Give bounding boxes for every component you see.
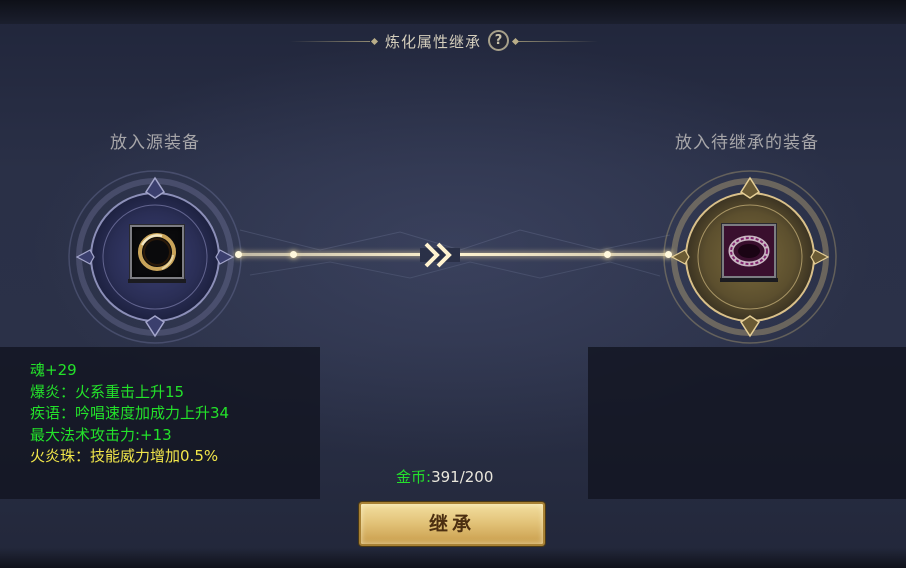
attribute-line: 魂+29 xyxy=(30,361,77,379)
attribute-list: 魂+29 爆炎：火系重击上升15 疾语：吟唱速度加成力上升34 最大法术攻击力:… xyxy=(30,360,229,468)
attribute-line: 疾语：吟唱速度加成力上升34 xyxy=(30,404,230,422)
target-item-slot[interactable] xyxy=(720,224,778,282)
attribute-line: 火炎珠：技能威力增加0.5% xyxy=(30,447,219,465)
inherit-panel: 炼化属性继承 ? 放入源装备 放入待继承的装备 魂+29 爆炎：火系重击上升15… xyxy=(0,0,906,568)
gold-ring-icon xyxy=(138,233,176,271)
inherit-button-label: 继承 xyxy=(428,513,475,535)
attribute-line: 爆炎：火系重击上升15 xyxy=(30,382,185,401)
title-divider-left xyxy=(290,41,370,42)
connector-node xyxy=(665,251,672,258)
gold-cost: 金币:391/200 xyxy=(396,466,493,487)
connector-node xyxy=(235,251,242,258)
source-slot-label: 放入源装备 xyxy=(110,133,200,153)
gold-cost-value: 391/200 xyxy=(431,468,494,486)
target-slot-label: 放入待继承的装备 xyxy=(675,133,819,153)
bottom-bar xyxy=(0,548,906,568)
slot-shadow xyxy=(128,279,186,283)
gold-cost-label: 金币: xyxy=(396,468,432,486)
purple-bracelet-icon xyxy=(724,226,774,276)
connector-node xyxy=(290,251,297,258)
double-chevron-right-icon xyxy=(420,242,460,268)
slot-shadow xyxy=(720,278,778,282)
attribute-line: 最大法术攻击力:+13 xyxy=(30,425,172,444)
page-title: 炼化属性继承 xyxy=(385,33,482,51)
connector-node xyxy=(604,251,611,258)
inherit-button[interactable]: 继承 xyxy=(359,502,545,546)
title-divider-right xyxy=(518,41,598,42)
source-item-slot[interactable] xyxy=(128,225,186,283)
question-mark-icon[interactable]: ? xyxy=(488,30,509,51)
target-attributes-panel xyxy=(588,347,906,499)
